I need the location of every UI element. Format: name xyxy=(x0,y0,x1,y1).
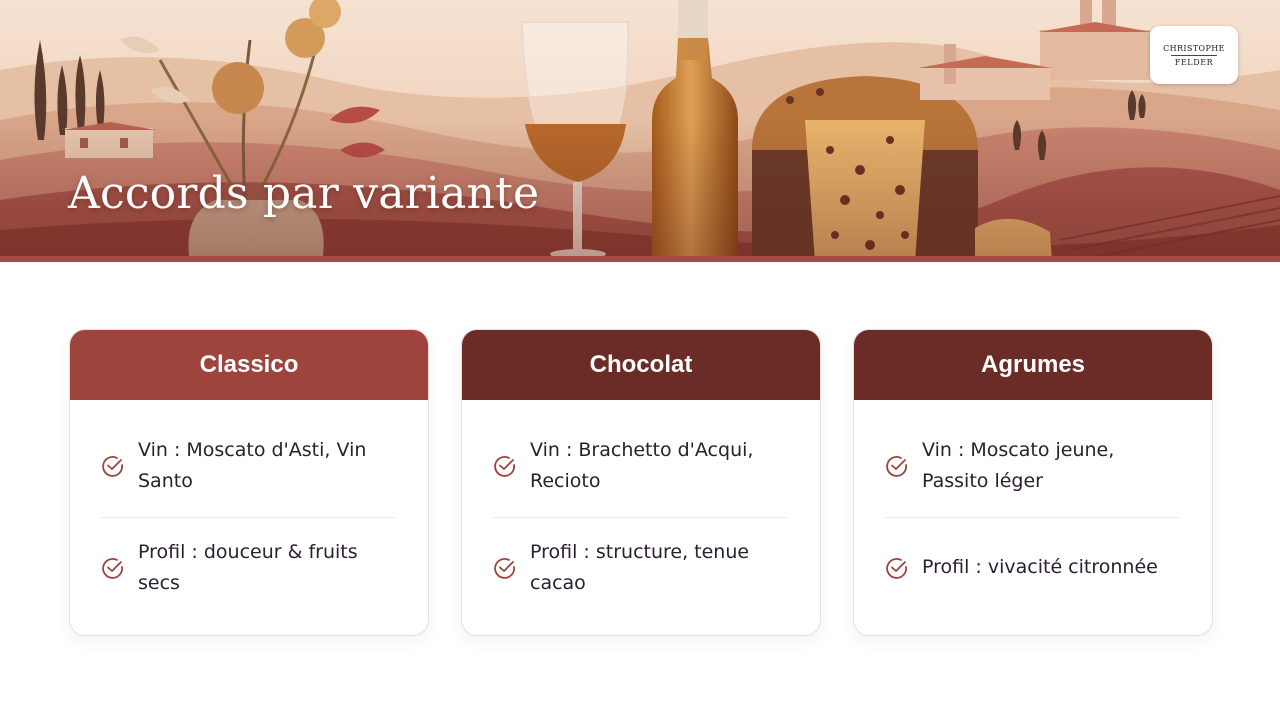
item-text: Vin : Brachetto d'Acqui, Recioto xyxy=(530,435,753,497)
check-circle-icon xyxy=(102,456,123,477)
item-text: Vin : Moscato d'Asti, Vin Santo xyxy=(138,435,366,497)
card-header: Chocolat xyxy=(462,330,820,400)
card-item-profile: Profil : structure, tenue cacao xyxy=(492,537,792,599)
item-text-line: Profil : structure, tenue xyxy=(530,541,750,563)
brand-logo: CHRISTOPHE FELDER xyxy=(1150,26,1238,84)
item-text-line: cacao xyxy=(530,572,586,594)
page-title: Accords par variante xyxy=(68,168,540,219)
divider xyxy=(100,517,396,518)
card-header: Classico xyxy=(70,330,428,400)
check-circle-icon xyxy=(494,456,515,477)
item-text: Profil : structure, tenue cacao xyxy=(530,537,749,599)
item-text-line: Profil : douceur & fruits xyxy=(138,541,358,563)
check-circle-icon xyxy=(102,558,123,579)
card-title: Classico xyxy=(199,351,299,378)
card-item-wine: Vin : Moscato jeune, Passito léger xyxy=(884,435,1184,497)
divider xyxy=(884,517,1180,518)
logo-line-2: FELDER xyxy=(1174,57,1214,67)
card-item-profile: Profil : vivacité citronnée xyxy=(884,552,1184,583)
hero-accent-line xyxy=(0,256,1280,262)
card-item-wine: Vin : Brachetto d'Acqui, Recioto xyxy=(492,435,792,497)
check-circle-icon xyxy=(494,558,515,579)
card-header: Agrumes xyxy=(854,330,1212,400)
item-text-line: Santo xyxy=(138,470,193,492)
item-text-line: Vin : Brachetto d'Acqui, xyxy=(530,439,754,461)
logo-rule xyxy=(1171,54,1217,56)
item-text: Vin : Moscato jeune, Passito léger xyxy=(922,435,1114,497)
item-text-line: Vin : Moscato jeune, xyxy=(922,439,1115,461)
hero-banner: Accords par variante CHRISTOPHE FELDER xyxy=(0,0,1280,262)
item-text-line: Vin : Moscato d'Asti, Vin xyxy=(138,439,367,461)
divider xyxy=(492,517,788,518)
card-agrumes: Agrumes Vin : Moscato jeune, Passito lég… xyxy=(853,329,1213,636)
check-circle-icon xyxy=(886,557,907,579)
hero-illustration xyxy=(0,0,1280,262)
card-item-profile: Profil : douceur & fruits secs xyxy=(100,537,400,599)
item-text: Profil : douceur & fruits secs xyxy=(138,537,358,599)
item-text-line: Recioto xyxy=(530,470,601,492)
card-item-wine: Vin : Moscato d'Asti, Vin Santo xyxy=(100,435,400,497)
check-circle-icon xyxy=(886,456,907,477)
card-title: Chocolat xyxy=(589,351,693,378)
item-text-line: Profil : vivacité citronnée xyxy=(922,556,1158,578)
card-chocolat: Chocolat Vin : Brachetto d'Acqui, Reciot… xyxy=(461,329,821,636)
item-text: Profil : vivacité citronnée xyxy=(922,552,1158,583)
item-text-line: Passito léger xyxy=(922,470,1043,492)
card-title: Agrumes xyxy=(980,351,1086,378)
item-text-line: secs xyxy=(138,572,180,594)
logo-line-1: CHRISTOPHE xyxy=(1163,43,1225,53)
card-classico: Classico Vin : Moscato d'Asti, Vin Santo… xyxy=(69,329,429,636)
